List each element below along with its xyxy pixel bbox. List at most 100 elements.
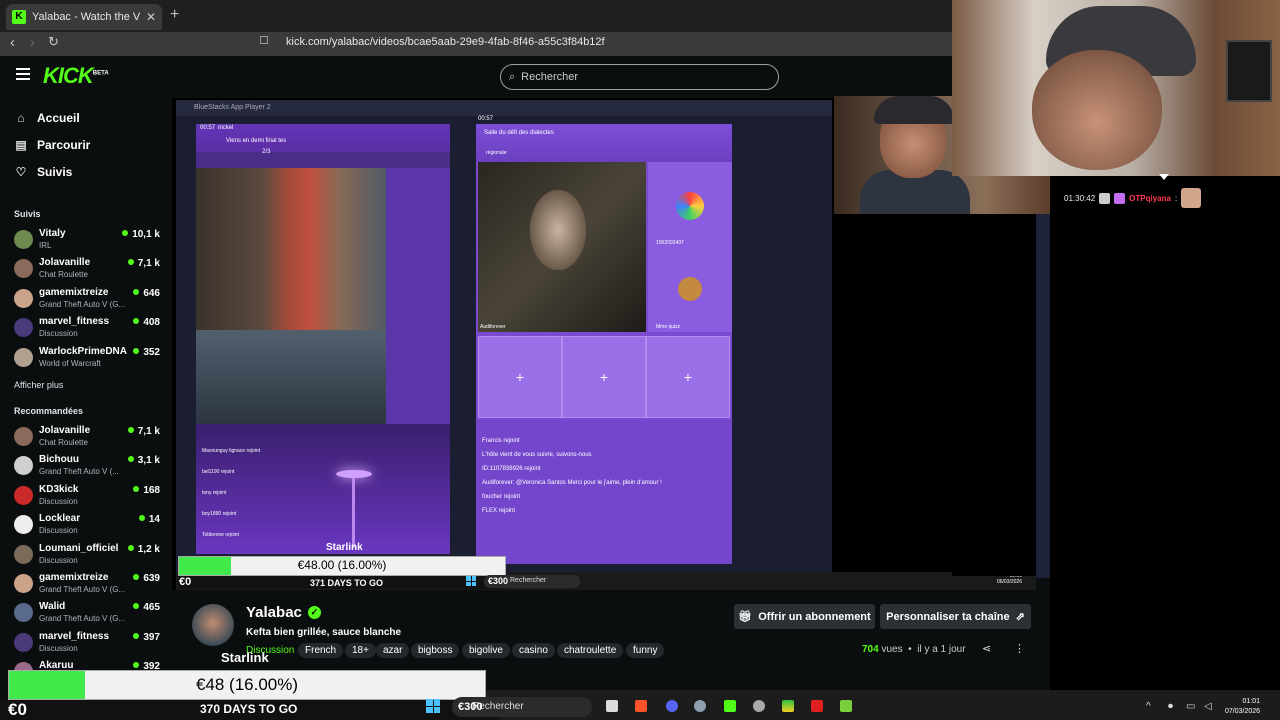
channel-item[interactable]: KD3kick Discussion 168 bbox=[14, 484, 164, 510]
gift-sub-button[interactable]: 🎁︎ Offrir un abonnement bbox=[734, 604, 875, 629]
time-ago: il y a 1 jour bbox=[917, 644, 966, 655]
monitor-icon[interactable]: ▭ bbox=[1186, 701, 1195, 712]
settings-icon[interactable] bbox=[694, 700, 706, 712]
channel-item[interactable]: WarlockPrimeDNA World of Warcraft 352 bbox=[14, 346, 164, 372]
badge-icon bbox=[1099, 192, 1111, 204]
viewer-count: 352 bbox=[133, 347, 160, 358]
left-phone-title: nickel bbox=[218, 125, 234, 131]
inner-clock-date: 06/03/2026 bbox=[996, 579, 1022, 585]
back-icon[interactable]: ‹ bbox=[10, 34, 15, 51]
nav-label: Accueil bbox=[37, 111, 80, 125]
microphone-icon[interactable]: ⏺ bbox=[1168, 701, 1173, 712]
channel-name: Walid bbox=[39, 601, 66, 613]
viewer-count: 465 bbox=[133, 602, 160, 613]
chevron-up-icon[interactable]: ^ bbox=[1146, 701, 1151, 712]
starlink-label-small: Starlink bbox=[326, 542, 363, 553]
tag[interactable]: French bbox=[298, 643, 344, 658]
channel-category: IRL bbox=[39, 241, 52, 250]
stream-title: Kefta bien grillée, sauce blanche bbox=[246, 627, 402, 638]
streaming-app-icon[interactable] bbox=[840, 700, 852, 712]
channel-name: KD3kick bbox=[39, 483, 79, 495]
nav-accueil[interactable]: ⌂ Accueil bbox=[14, 111, 80, 125]
taskbar-clock[interactable]: 01:01 07/03/2026 bbox=[1225, 697, 1260, 717]
tag[interactable]: bigolive bbox=[462, 643, 510, 658]
channel-item[interactable]: Bichouu Grand Theft Auto V (... 3,1 k bbox=[14, 454, 164, 480]
channel-name: Vitaly bbox=[39, 228, 66, 239]
tag[interactable]: bigboss bbox=[411, 643, 460, 658]
viewer-count: 1,2 k bbox=[128, 544, 160, 555]
channel-item[interactable]: gamemixtreize Grand Theft Auto V (G... 639 bbox=[14, 572, 164, 598]
url-text[interactable]: kick.com/yalabac/videos/bcae5aab-29e9-4f… bbox=[286, 36, 605, 48]
channel-item[interactable]: Vitaly IRL 10,1 k bbox=[14, 228, 164, 254]
discord-icon[interactable] bbox=[666, 700, 678, 712]
file-explorer-icon[interactable] bbox=[606, 700, 618, 712]
more-options-icon[interactable]: ⋮ bbox=[1014, 642, 1025, 655]
chat-line: tony rejoint bbox=[202, 490, 227, 496]
avatar bbox=[14, 544, 33, 564]
avatar bbox=[14, 259, 33, 279]
new-tab-button[interactable]: + bbox=[170, 6, 179, 24]
avatar bbox=[14, 456, 33, 476]
streamer-name[interactable]: Yalabac ✓ bbox=[246, 604, 321, 621]
clock-time: 01:01 bbox=[1242, 698, 1261, 705]
goal-text-small: €48.00 (16.00%) bbox=[297, 558, 387, 572]
chat-username[interactable]: OTPqiyana bbox=[1129, 194, 1171, 203]
channel-item[interactable]: Locklear Discussion 14 bbox=[14, 513, 164, 539]
channel-category: Chat Roulette bbox=[39, 270, 88, 280]
channel-category: Grand Theft Auto V (G... bbox=[39, 299, 126, 309]
channel-item[interactable]: Jolavanille Chat Roulette 7,1 k bbox=[14, 425, 164, 451]
right-phone-user: Audiforever bbox=[480, 324, 506, 330]
chat-timestamp: 01:30:42 bbox=[1064, 193, 1096, 203]
channel-item[interactable]: marvel_fitness Discussion 408 bbox=[14, 316, 164, 342]
media-player-icon[interactable] bbox=[811, 700, 823, 712]
days-to-go: 370 DAYS TO GO bbox=[200, 702, 298, 716]
search-input[interactable]: ⌕ Rechercher bbox=[500, 64, 779, 90]
chevron-down-icon[interactable] bbox=[1159, 174, 1169, 180]
nav-suivis[interactable]: ♡ Suivis bbox=[14, 165, 73, 179]
avatar[interactable] bbox=[192, 604, 234, 646]
kick-favicon-icon: K bbox=[12, 10, 26, 24]
tag[interactable]: chatroulette bbox=[557, 643, 624, 658]
browser-tab[interactable]: K Yalabac - Watch the VOD on Kick ✕ bbox=[6, 4, 162, 30]
bookmark-icon[interactable]: ☐ bbox=[259, 34, 269, 47]
left-phone-banner: Viens en demi final tes bbox=[226, 138, 287, 144]
channel-name: WarlockPrimeDNA bbox=[39, 345, 127, 357]
brave-browser-icon[interactable] bbox=[635, 700, 647, 712]
chat-separator: : bbox=[1174, 193, 1178, 203]
kick-logo[interactable]: KICKBETA bbox=[43, 63, 109, 89]
streamer-head bbox=[1032, 50, 1162, 170]
right-phone-time: 00:57 bbox=[478, 116, 494, 122]
channel-item[interactable]: Jolavanille Chat Roulette 7,1 k bbox=[14, 257, 164, 283]
neon-stool bbox=[336, 470, 372, 478]
kick-app-icon[interactable] bbox=[724, 700, 736, 712]
channel-category: Discussion bbox=[39, 555, 78, 565]
forward-icon[interactable]: › bbox=[30, 34, 35, 51]
windows-start-icon[interactable] bbox=[426, 699, 440, 713]
tag[interactable]: casino bbox=[512, 643, 555, 658]
channel-category: Discussion bbox=[39, 329, 78, 339]
channel-item[interactable]: gamemixtreize Grand Theft Auto V (G... 646 bbox=[14, 287, 164, 313]
volume-icon[interactable]: ◁ bbox=[1204, 701, 1212, 712]
share-icon[interactable]: ⋖ bbox=[982, 642, 991, 655]
empty-seat: + bbox=[562, 336, 646, 418]
tag[interactable]: 18+ bbox=[345, 643, 376, 658]
empty-seat: + bbox=[478, 336, 562, 418]
bluestacks-icon[interactable] bbox=[782, 700, 794, 712]
tag[interactable]: funny bbox=[626, 643, 665, 658]
menu-icon[interactable] bbox=[16, 68, 30, 80]
channel-item[interactable]: Loumani_officiel Discussion 1,2 k bbox=[14, 543, 164, 569]
reload-icon[interactable]: ↻ bbox=[48, 34, 59, 50]
viewer-count: 168 bbox=[133, 485, 160, 496]
channel-item[interactable]: marvel_fitness Discussion 397 bbox=[14, 631, 164, 657]
left-phone-camera-bed bbox=[196, 330, 386, 424]
goal-start-small: €0 bbox=[179, 576, 192, 588]
show-more-link[interactable]: Afficher plus bbox=[14, 380, 63, 390]
viewer-count: 408 bbox=[133, 317, 160, 328]
nav-parcourir[interactable]: ▤ Parcourir bbox=[14, 138, 90, 152]
close-tab-icon[interactable]: ✕ bbox=[146, 10, 156, 24]
customize-channel-button[interactable]: Personnaliser ta chaîne ⇗ bbox=[880, 604, 1031, 629]
obs-icon[interactable] bbox=[753, 700, 765, 712]
tag[interactable]: azar bbox=[376, 643, 410, 658]
right-phone-face bbox=[530, 190, 586, 270]
channel-item[interactable]: Walid Grand Theft Auto V (G... 465 bbox=[14, 601, 164, 627]
